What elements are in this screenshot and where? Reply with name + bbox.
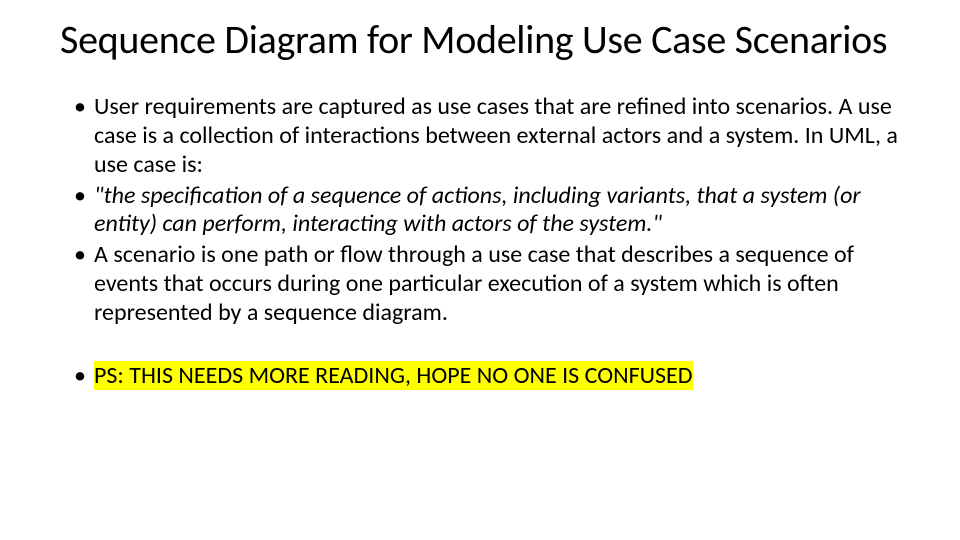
bullet-text: User requirements are captured as use ca… <box>94 92 898 179</box>
bullet-item-ps: PS: THIS NEEDS MORE READING, HOPE NO ONE… <box>74 362 910 391</box>
bullet-item: User requirements are captured as use ca… <box>74 93 910 179</box>
bullet-list: User requirements are captured as use ca… <box>60 93 920 327</box>
slide-title: Sequence Diagram for Modeling Use Case S… <box>60 18 900 61</box>
spacer <box>60 330 920 362</box>
bullet-item: A scenario is one path or flow through a… <box>74 241 910 327</box>
slide: Sequence Diagram for Modeling Use Case S… <box>0 0 960 540</box>
bullet-item: "the specification of a sequence of acti… <box>74 182 910 240</box>
bullet-list-ps: PS: THIS NEEDS MORE READING, HOPE NO ONE… <box>60 362 920 391</box>
bullet-text: A scenario is one path or flow through a… <box>94 240 854 327</box>
bullet-text-quote: "the specification of a sequence of acti… <box>94 181 861 239</box>
highlighted-note: PS: THIS NEEDS MORE READING, HOPE NO ONE… <box>94 361 693 390</box>
